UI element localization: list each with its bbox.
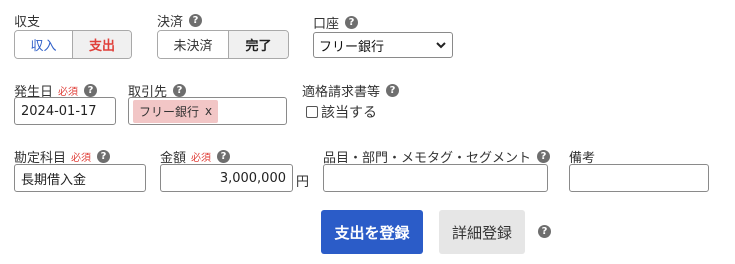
qualified-invoice-label: 適格請求書等 ? [302,81,400,100]
help-icon[interactable]: ? [189,14,203,27]
detail-register-button[interactable]: 詳細登録 [439,210,525,254]
help-icon[interactable]: ? [97,150,111,163]
required-badge: 必須 [71,153,92,164]
amount-value: 3,000,000 [219,170,286,186]
actions-help: ? [532,225,551,238]
help-icon[interactable]: ? [386,84,400,97]
tag-remove-icon[interactable]: x [205,104,212,118]
partner-tag-label: フリー銀行 [139,104,200,119]
required-badge: 必須 [191,153,212,164]
help-icon[interactable]: ? [345,16,359,29]
register-expense-button[interactable]: 支出を登録 [321,210,423,254]
account-label: 口座 ? [313,13,359,32]
checkbox-label: 該当する [321,105,377,121]
partner-tag: フリー銀行 x [133,99,219,123]
amount-input[interactable]: 3,000,000 [160,164,293,192]
help-icon[interactable]: ? [538,225,551,238]
required-badge: 必須 [58,87,79,98]
date-value: 2024-01-17 [21,103,97,119]
income-expense-toggle: 収入 支出 [14,30,132,59]
remarks-input[interactable] [569,164,709,192]
settlement-toggle: 未決済 完了 [157,30,289,59]
unsettled-option[interactable]: 未決済 [158,31,229,58]
tags-input[interactable] [323,164,548,192]
account-item-value: 長期借入金 [21,172,87,188]
account-select[interactable]: フリー銀行 [313,32,453,58]
help-icon[interactable]: ? [84,84,98,97]
help-icon[interactable]: ? [217,150,231,163]
account-item-input[interactable]: 長期借入金 [14,164,146,192]
partner-input[interactable]: フリー銀行 x [128,97,287,125]
qualified-invoice-checkbox[interactable] [306,106,318,118]
help-icon[interactable]: ? [537,150,551,163]
date-input[interactable]: 2024-01-17 [14,97,116,125]
qualified-invoice-checkbox-row[interactable]: 該当する [306,102,377,122]
account-select-value: フリー銀行 [319,39,385,55]
income-expense-label: 収支 [14,15,41,30]
chevron-down-icon [436,41,446,48]
settlement-label: 決済 ? [157,11,203,30]
help-icon[interactable]: ? [173,84,187,97]
amount-unit: 円 [296,175,310,190]
income-option[interactable]: 収入 [15,31,74,58]
expense-option[interactable]: 支出 [73,31,131,58]
completed-option[interactable]: 完了 [228,31,288,58]
